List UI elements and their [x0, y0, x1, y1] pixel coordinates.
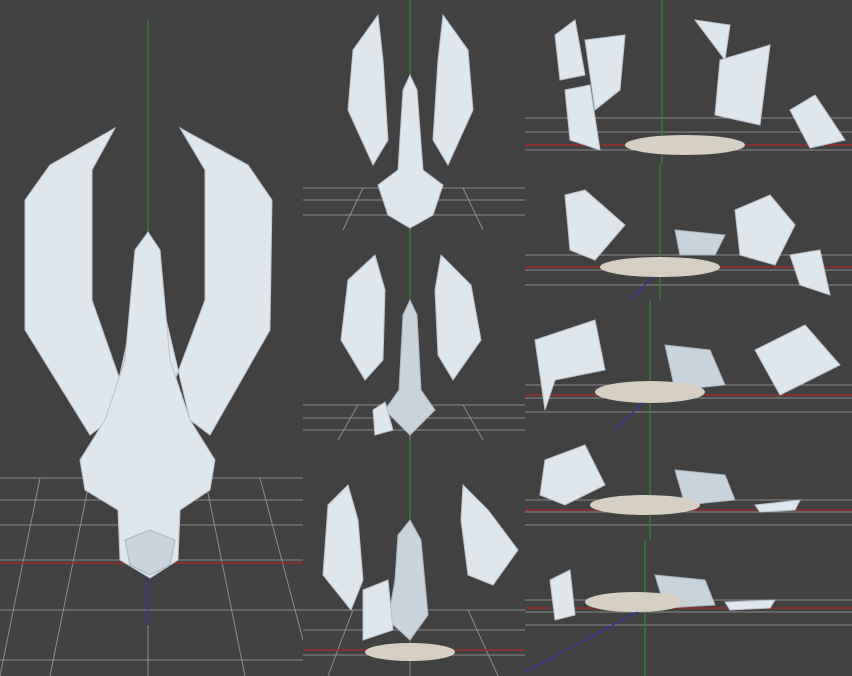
viewport-fall-3 [525, 300, 852, 430]
crack-1-svg [303, 0, 525, 230]
fall-5-svg [525, 540, 852, 676]
left-wing-cracked [347, 13, 389, 167]
crack-2-svg [303, 230, 525, 440]
shard-1 [539, 444, 606, 506]
shard-d [362, 579, 394, 641]
fall-1-svg [525, 0, 852, 165]
viewport-fall-1 [525, 0, 852, 165]
intact-dragon-svg [0, 20, 303, 676]
shard-4 [674, 229, 726, 256]
viewport-fall-4 [525, 430, 852, 540]
shard-6 [789, 94, 846, 149]
shard-1 [549, 569, 576, 621]
viewport-fall-2 [525, 165, 852, 300]
shard-1 [564, 189, 626, 261]
fall-2-svg [525, 165, 852, 300]
viewport-crack-2 [303, 230, 525, 440]
crack-3-svg [303, 440, 525, 676]
right-wing-cracked [432, 13, 474, 167]
shard-b [460, 483, 519, 586]
shard-3 [789, 249, 831, 296]
rubble-pile [590, 495, 700, 515]
fall-3-svg [525, 300, 852, 430]
viewport-fall-5 [525, 540, 852, 676]
shard-c [387, 519, 429, 641]
dragon-head [124, 529, 176, 576]
shard-c [384, 298, 436, 436]
viewport-intact [0, 0, 303, 676]
shard-b [434, 253, 482, 381]
shard-4 [693, 19, 731, 62]
shard-3 [724, 599, 776, 611]
rubble-pile [625, 135, 745, 155]
shard-1 [534, 319, 606, 411]
shard-3 [754, 499, 801, 513]
shard-1 [554, 19, 586, 81]
body-cracked [377, 73, 444, 229]
rubble-pile [600, 257, 720, 277]
fall-4-svg [525, 430, 852, 540]
shard-a [322, 484, 364, 611]
viewport-crack-1 [303, 0, 525, 230]
rubble-pile [595, 381, 705, 403]
z-axis [525, 607, 646, 673]
destruction-sequence-sheet [0, 0, 852, 676]
shard-a [340, 254, 386, 381]
rubble-pile [365, 643, 455, 661]
rubble-pile [585, 592, 685, 612]
viewport-crack-3 [303, 440, 525, 676]
